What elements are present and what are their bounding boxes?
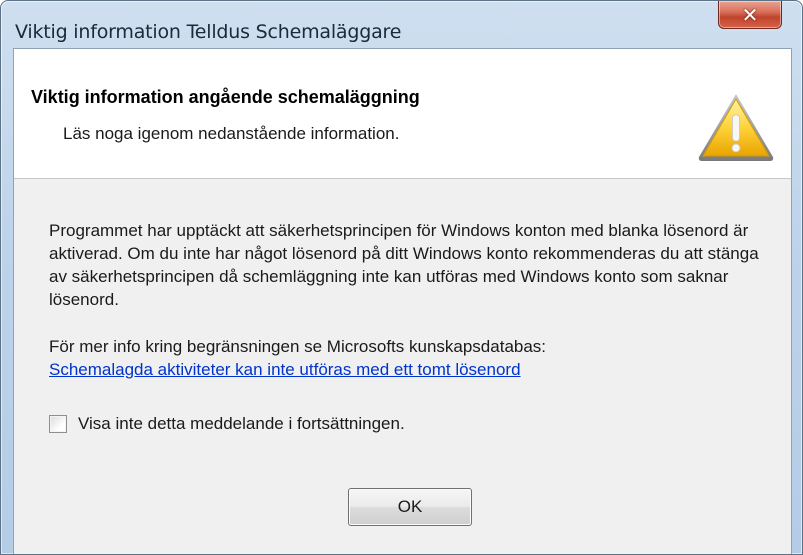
header-subtitle: Läs noga igenom nedanstående information… (63, 124, 400, 143)
dont-show-again-option[interactable]: Visa inte detta meddelande i fortsättnin… (49, 414, 405, 434)
dont-show-again-label[interactable]: Visa inte detta meddelande i fortsättnin… (78, 414, 405, 434)
close-icon: ✕ (741, 2, 759, 27)
dialog-window: Viktig information Telldus Schemaläggare… (0, 0, 803, 555)
window-title: Viktig information Telldus Schemaläggare (15, 21, 402, 43)
dont-show-again-checkbox[interactable] (49, 415, 67, 433)
header-title: Viktig information angående schemaläggni… (31, 87, 420, 107)
warning-icon (698, 94, 774, 161)
ok-button[interactable]: OK (348, 488, 472, 526)
info-text: För mer info kring begränsningen se Micr… (49, 337, 547, 356)
kb-link[interactable]: Schemalagda aktiviteter kan inte utföras… (49, 360, 521, 380)
close-button[interactable]: ✕ (718, 1, 782, 29)
message-text: Programmet har upptäckt att säkerhetspri… (49, 221, 759, 309)
header-panel: Viktig information angående schemaläggni… (14, 49, 791, 179)
dialog-content: Viktig information angående schemaläggni… (13, 48, 792, 554)
